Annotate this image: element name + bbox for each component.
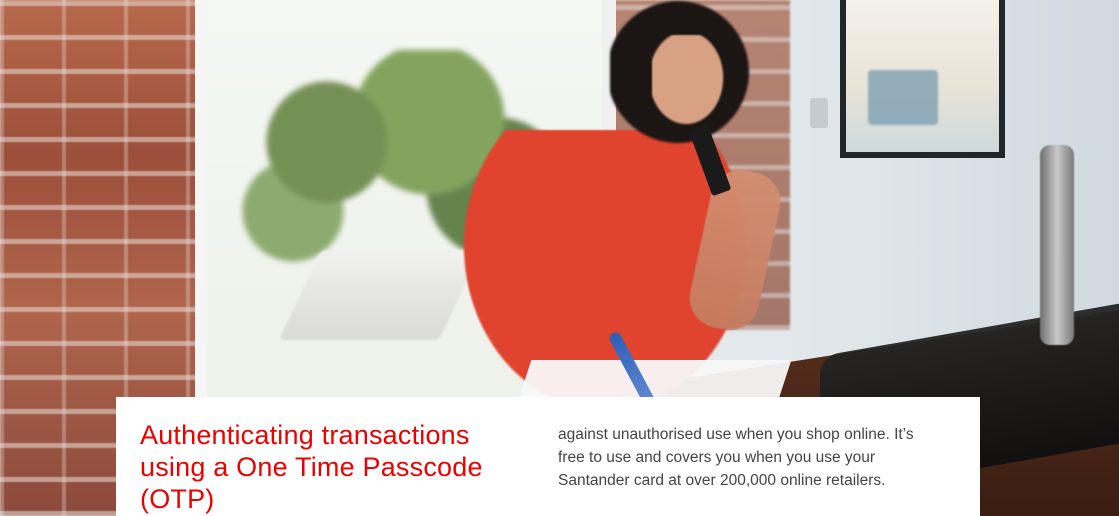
wall-artwork — [840, 0, 1005, 158]
faucet — [1040, 145, 1074, 345]
card-body-text: against unauthorised use when you shop o… — [558, 426, 914, 489]
content-card: Authenticating transactions using a One … — [116, 397, 980, 516]
card-title: Authenticating transactions using a One … — [140, 420, 483, 514]
light-switch — [810, 98, 828, 128]
woman-face — [652, 35, 728, 130]
